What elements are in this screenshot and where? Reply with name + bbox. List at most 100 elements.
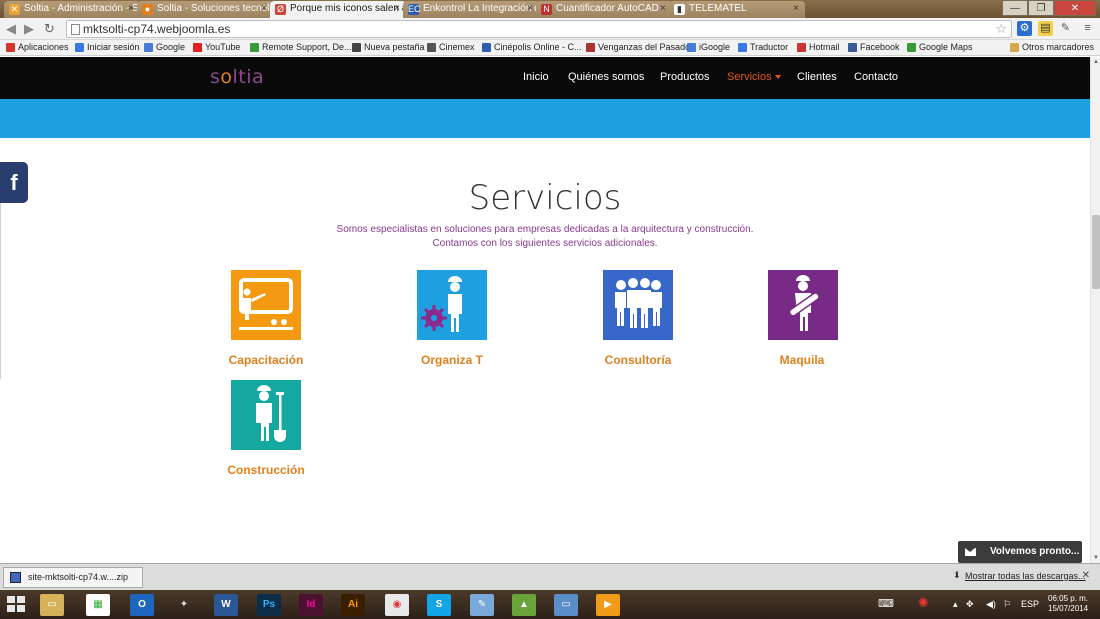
network-icon[interactable]: ✥ [966,599,974,610]
organiza-t-label[interactable]: Organiza T [372,353,532,367]
nav-contacto[interactable]: Contacto [854,71,898,83]
bookmark-favicon-icon [250,43,259,52]
word-icon[interactable]: W [214,594,238,616]
bookmark-item[interactable]: Cinépolis Online - C... [482,40,582,55]
window-app-icon[interactable]: ▭ [554,594,578,616]
skype-icon[interactable]: S [427,594,451,616]
tab-close-icon[interactable]: × [660,1,666,17]
apps-grid-icon[interactable]: ▦ [86,594,110,616]
bookmark-item[interactable]: Venganzas del Pasado [586,40,690,55]
builder-shovel-icon [231,380,301,450]
address-bar[interactable]: mktsolti-cp74.webjoomla.es ☆ [66,20,1012,38]
flag-icon[interactable]: ⚐ [1003,599,1011,610]
bookmark-star-icon[interactable]: ☆ [995,21,1007,37]
outlook-icon[interactable]: O [130,594,154,616]
bookmark-item[interactable]: Traductor [738,40,788,55]
bookmark-item[interactable]: Remote Support, De... [250,40,352,55]
extension-gear-icon[interactable]: ⚙ [1017,21,1032,36]
nav-clientes[interactable]: Clientes [797,71,837,83]
windows-start-icon[interactable] [7,596,25,613]
bookmark-label: Nueva pestaña [364,42,425,52]
other-bookmarks[interactable]: Otros marcadores [1009,40,1094,55]
browser-tab[interactable]: EC Enkontrol La Integración d × [403,1,539,18]
language-indicator[interactable]: ESP [1021,599,1039,609]
tab-close-icon[interactable]: × [261,1,267,17]
scroll-up-icon[interactable]: ▲ [1092,57,1100,67]
download-filename: site-mktsolti-cp74.w....zip [28,572,129,582]
nav-inicio[interactable]: Inicio [523,71,549,83]
construccion-label[interactable]: Construcción [186,463,346,477]
bookmarks-bar: Aplicaciones Iniciar sesión Google YouTube R… [0,40,1100,56]
nav-productos[interactable]: Productos [660,71,710,83]
close-shelf-icon[interactable]: ✕ [1082,570,1090,581]
page-scrollbar[interactable]: ▲ ▼ [1090,57,1100,563]
media-player-icon[interactable]: ▶ [596,594,620,616]
tab-favicon-icon: Ø [275,4,286,15]
tab-close-icon[interactable]: × [527,1,533,17]
reload-icon[interactable]: ↻ [44,21,55,37]
browser-tab[interactable]: ✕ Soltia - Administración - S × [4,1,140,18]
tab-strip: ✕ Soltia - Administración - S × ● Soltia - S… [0,0,1100,18]
tab-close-icon[interactable]: × [394,1,400,17]
system-clock[interactable]: 06:05 p. m. 15/07/2014 [1048,594,1088,614]
minimize-button[interactable]: — [1002,0,1028,16]
bookmark-label: iGoogle [699,42,731,52]
soltia-logo[interactable]: soltia [210,66,264,88]
construccion-tile[interactable] [231,380,301,450]
bookmark-item[interactable]: Google Maps [907,40,973,55]
show-all-downloads-link[interactable]: Mostrar todas las descargas... [965,571,1086,581]
photoshop-icon[interactable]: Ps [257,594,281,616]
bookmark-label: Aplicaciones [18,42,69,52]
restore-button[interactable]: ❐ [1028,0,1054,16]
extension-notes-icon[interactable]: ▤ [1038,21,1053,36]
scroll-thumb[interactable] [1092,215,1100,289]
notepad-icon[interactable]: ✎ [470,594,494,616]
consultoria-tile[interactable] [603,270,673,340]
blue-banner [0,99,1090,138]
keyboard-icon[interactable]: ⌨ [878,597,894,610]
pen-icon[interactable]: ✎ [1058,21,1073,36]
notification-badge-icon[interactable]: ✺ [918,595,929,611]
bookmark-item[interactable]: Aplicaciones [6,40,69,55]
nav-quienes-somos[interactable]: Quiénes somos [568,71,644,83]
illustrator-icon[interactable]: Ai [341,594,365,616]
file-explorer-icon[interactable]: ▭ [40,594,64,616]
maquila-tile[interactable] [768,270,838,340]
bookmark-item[interactable]: Nueva pestaña [352,40,425,55]
menu-icon[interactable]: ≡ [1080,21,1095,36]
browser-tab[interactable]: Ø Porque mis iconos salen a × [270,1,406,18]
consultoria-label[interactable]: Consultoría [558,353,718,367]
bookmark-item[interactable]: YouTube [193,40,240,55]
bookmark-item[interactable]: Iniciar sesión [75,40,140,55]
bookmark-favicon-icon [848,43,857,52]
chat-widget[interactable]: Volvemos pronto... [958,541,1082,563]
close-window-button[interactable]: ✕ [1054,0,1096,16]
nav-servicios[interactable]: Servicios [727,71,781,83]
chart-app-icon[interactable]: ▲ [512,594,536,616]
chrome-icon[interactable]: ◉ [385,594,409,616]
bookmark-item[interactable]: Facebook [848,40,900,55]
tray-up-arrow-icon[interactable]: ▴ [953,599,958,610]
maquila-label[interactable]: Maquila [722,353,882,367]
tab-close-icon[interactable]: × [128,1,134,17]
forward-arrow-icon[interactable]: ▶ [24,21,34,37]
scroll-down-icon[interactable]: ▼ [1092,553,1100,563]
bookmark-label: Iniciar sesión [87,42,140,52]
browser-tab[interactable]: ● Soltia - Soluciones tecnol × [137,1,273,18]
bookmark-item[interactable]: Hotmail [797,40,840,55]
download-item[interactable]: site-mktsolti-cp74.w....zip [3,567,143,588]
speaker-icon[interactable]: ◀) [986,599,996,610]
bookmark-item[interactable]: Google [144,40,185,55]
capacitacion-label[interactable]: Capacitación [186,353,346,367]
organiza-t-tile[interactable] [417,270,487,340]
indesign-icon[interactable]: Id [299,594,323,616]
browser-tab[interactable]: N Cuantificador AutoCAD - × [536,1,672,18]
capacitacion-tile[interactable] [231,270,301,340]
back-arrow-icon[interactable]: ◀ [6,21,16,37]
bookmark-item[interactable]: iGoogle [687,40,730,55]
browser-tab[interactable]: ▮ TELEMATEL × [669,1,805,18]
bookmark-item[interactable]: Cinemex [427,40,475,55]
tools-icon[interactable]: ✦ [172,594,196,616]
tab-close-icon[interactable]: × [793,1,799,17]
bookmark-favicon-icon [75,43,84,52]
